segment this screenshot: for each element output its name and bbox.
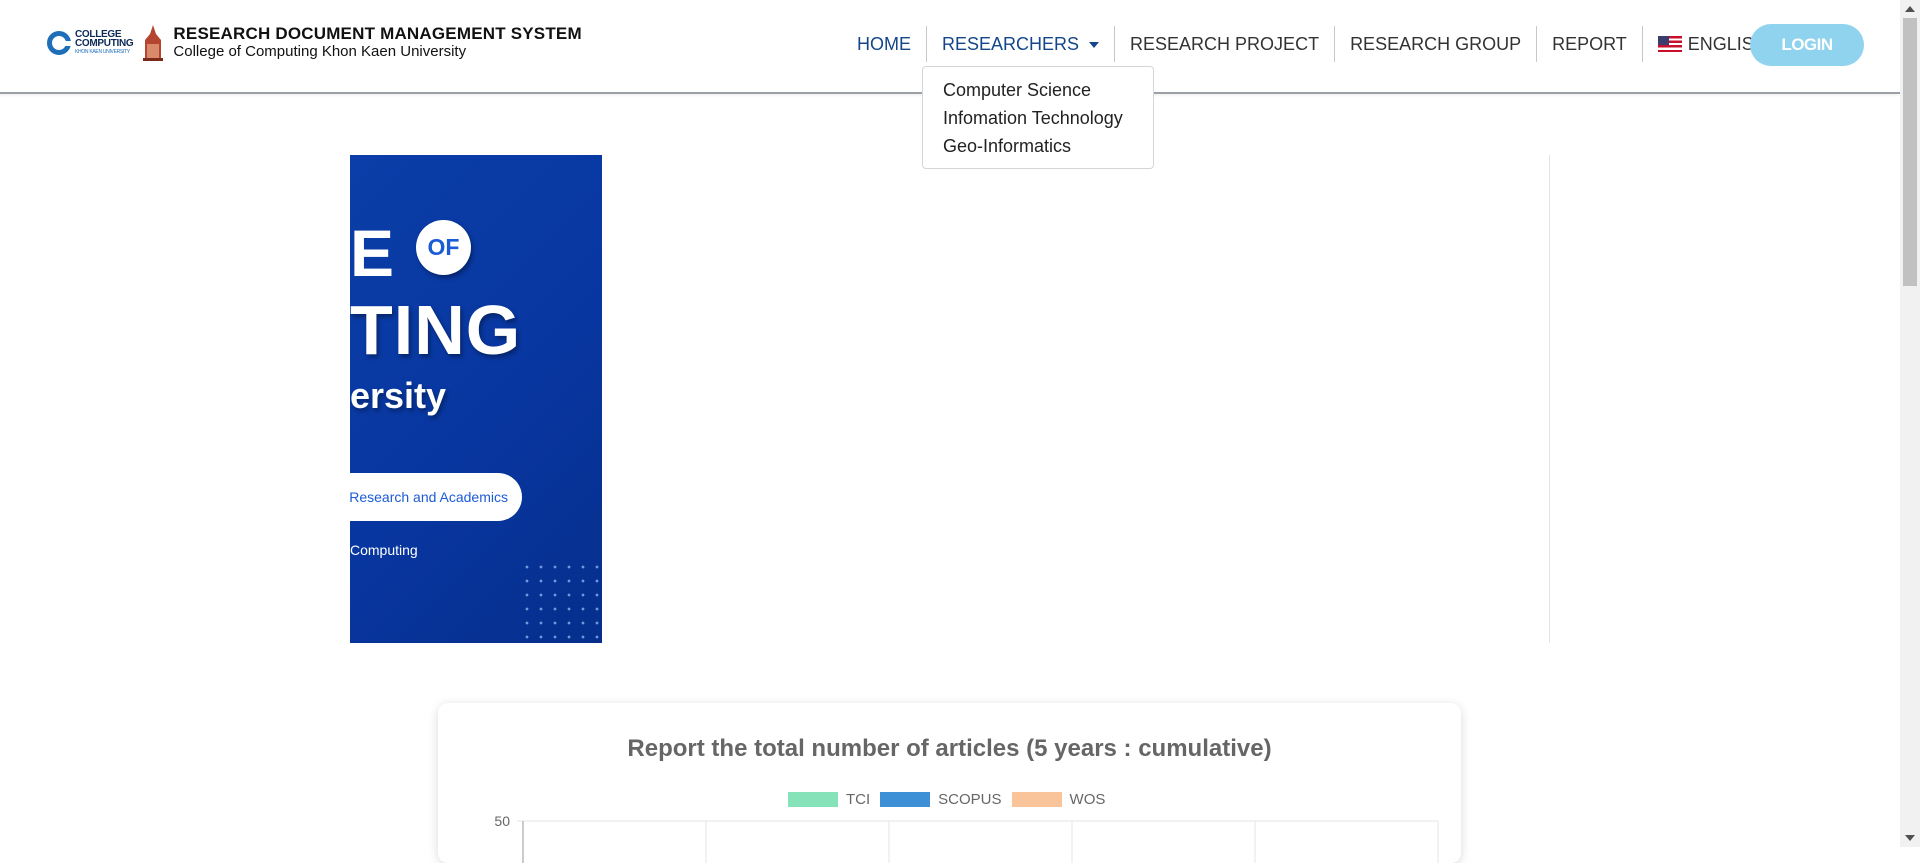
nav-report[interactable]: REPORT	[1537, 26, 1643, 62]
chart-plot-area: 50	[494, 813, 1439, 863]
cc-logo-line-2: COMPUTING	[75, 37, 134, 49]
y-tick-label: 50	[494, 813, 510, 829]
chevron-down-icon	[1089, 42, 1100, 49]
banner-text-line-5: Computing	[350, 542, 418, 558]
chart-title: Report the total number of articles (5 y…	[627, 735, 1272, 762]
brand[interactable]: COLLEGE COMPUTING KHON KAEN UNIVERSITY R…	[47, 24, 582, 62]
legend-swatch	[1011, 792, 1062, 807]
scrollbar-thumb[interactable]	[1903, 18, 1917, 286]
legend-item-scopus[interactable]: SCOPUS	[880, 791, 1002, 808]
us-flag-icon	[1657, 36, 1682, 52]
legend-label: TCI	[846, 791, 871, 808]
dropdown-item-computer-science[interactable]: Computer Science	[923, 76, 1153, 104]
legend-label: SCOPUS	[938, 791, 1002, 808]
legend-swatch	[880, 792, 931, 807]
banner-pill: Research and Academics	[350, 473, 522, 521]
carousel-divider	[1549, 155, 1550, 643]
login-button[interactable]: LOGIN	[1750, 24, 1864, 66]
cc-logo-ring-icon	[47, 31, 71, 55]
hero-banner-image: E OF TING ersity Research and Academics …	[350, 155, 602, 643]
banner-dot-pattern	[520, 560, 602, 643]
banner-text-line-2: TING	[350, 291, 522, 369]
banner-of-badge: OF	[416, 220, 471, 275]
nav-researchers[interactable]: RESEARCHERS	[927, 26, 1116, 62]
cc-logo-sub: KHON KAEN UNIVERSITY	[75, 48, 130, 55]
legend-swatch	[788, 792, 838, 807]
nav-researchers-label: RESEARCHERS	[942, 34, 1080, 54]
college-of-computing-logo: COLLEGE COMPUTING KHON KAEN UNIVERSITY	[47, 29, 134, 57]
dropdown-item-geo-informatics[interactable]: Geo-Informatics	[923, 132, 1153, 160]
chart-legend: TCI SCOPUS WOS	[788, 791, 1115, 808]
page-scrollbar[interactable]	[1900, 0, 1920, 847]
main-nav: HOME RESEARCHERS RESEARCH PROJECT RESEAR…	[842, 26, 1803, 62]
scroll-up-arrow-icon[interactable]	[1905, 6, 1915, 12]
scroll-down-arrow-icon[interactable]	[1905, 835, 1915, 841]
researchers-dropdown-menu: Computer Science Infomation Technology G…	[922, 66, 1154, 169]
kku-emblem-icon	[143, 25, 164, 61]
nav-research-group[interactable]: RESEARCH GROUP	[1335, 26, 1538, 62]
legend-label: WOS	[1069, 791, 1106, 808]
site-title: RESEARCH DOCUMENT MANAGEMENT SYSTEM	[173, 24, 582, 43]
legend-item-tci[interactable]: TCI	[788, 791, 870, 808]
report-card: Report the total number of articles (5 y…	[438, 703, 1461, 863]
nav-research-project[interactable]: RESEARCH PROJECT	[1115, 26, 1336, 62]
banner-text-line-3: ersity	[350, 375, 447, 416]
banner-text-line-1: E	[350, 216, 397, 290]
dropdown-item-information-technology[interactable]: Infomation Technology	[923, 104, 1153, 132]
nav-home[interactable]: HOME	[842, 26, 927, 62]
legend-item-wos[interactable]: WOS	[1011, 791, 1106, 808]
site-subtitle: College of Computing Khon Kaen Universit…	[173, 43, 467, 60]
